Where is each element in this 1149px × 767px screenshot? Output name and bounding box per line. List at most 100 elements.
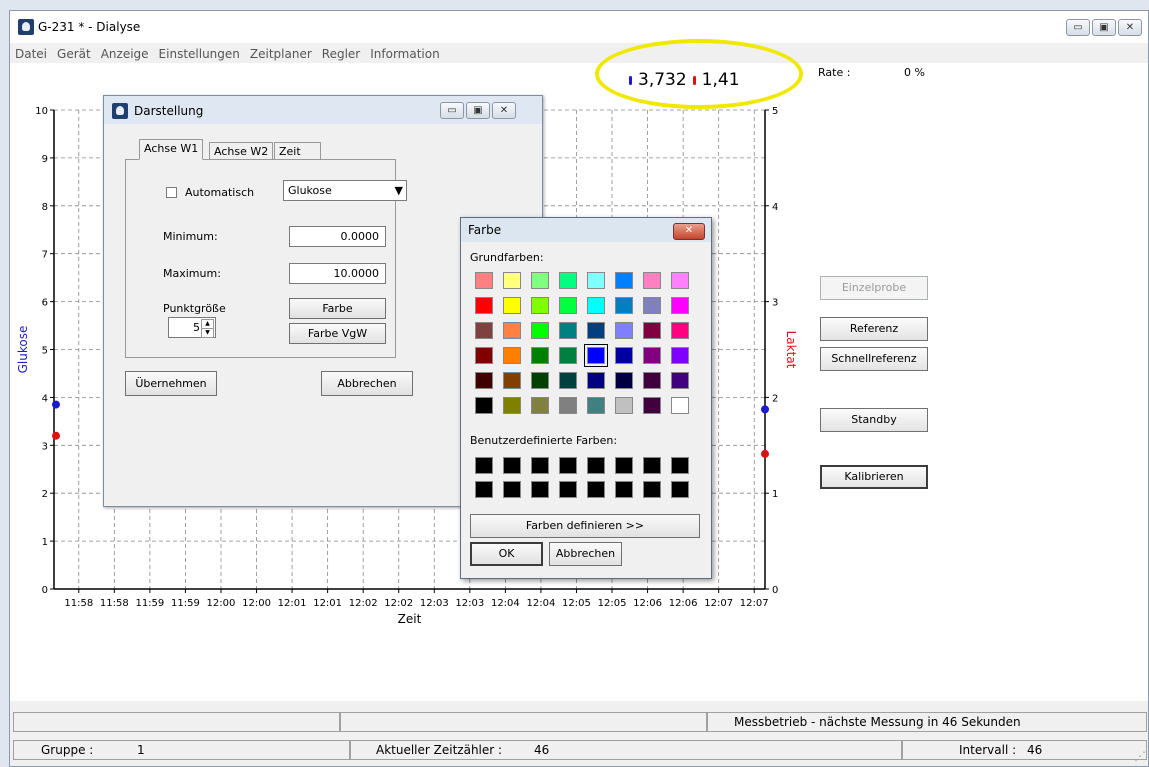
basic-color-swatch[interactable] bbox=[475, 322, 493, 339]
basic-color-swatch[interactable] bbox=[531, 372, 549, 389]
maximize-button[interactable]: ▣ bbox=[1092, 19, 1116, 36]
darstellung-maximize-button[interactable]: ▣ bbox=[466, 102, 490, 119]
minimum-field[interactable]: 0.0000 bbox=[289, 226, 386, 247]
basic-color-swatch[interactable] bbox=[559, 272, 577, 289]
schnellreferenz-button[interactable]: Schnellreferenz bbox=[820, 347, 928, 371]
basic-color-swatch[interactable] bbox=[584, 344, 608, 367]
basic-color-swatch[interactable] bbox=[615, 297, 633, 314]
basic-color-swatch[interactable] bbox=[615, 347, 633, 364]
basic-color-swatch[interactable] bbox=[671, 322, 689, 339]
basic-color-swatch[interactable] bbox=[615, 397, 633, 414]
menu-datei[interactable]: Datei bbox=[10, 45, 52, 63]
basic-color-swatch[interactable] bbox=[643, 272, 661, 289]
custom-color-swatch[interactable] bbox=[559, 481, 577, 498]
darstellung-close-button[interactable]: ✕ bbox=[492, 102, 516, 119]
darstellung-minimize-button[interactable]: ▭ bbox=[440, 102, 464, 119]
basic-color-swatch[interactable] bbox=[559, 297, 577, 314]
farbe-close-button[interactable]: ✕ bbox=[673, 223, 705, 240]
basic-color-swatch[interactable] bbox=[643, 347, 661, 364]
basic-color-swatch[interactable] bbox=[503, 372, 521, 389]
basic-color-swatch[interactable] bbox=[475, 372, 493, 389]
basic-color-swatch[interactable] bbox=[475, 297, 493, 314]
basic-color-swatch[interactable] bbox=[503, 347, 521, 364]
tab-zeit[interactable]: Zeit bbox=[274, 142, 321, 160]
menu-einstellungen[interactable]: Einstellungen bbox=[154, 45, 245, 63]
basic-color-swatch[interactable] bbox=[531, 297, 549, 314]
basic-color-swatch[interactable] bbox=[643, 397, 661, 414]
maximum-field[interactable]: 10.0000 bbox=[289, 263, 386, 284]
custom-color-swatch[interactable] bbox=[615, 481, 633, 498]
farbe-abbrechen-button[interactable]: Abbrechen bbox=[549, 542, 622, 566]
basic-color-swatch[interactable] bbox=[531, 347, 549, 364]
basic-color-swatch[interactable] bbox=[615, 272, 633, 289]
close-button[interactable]: ✕ bbox=[1118, 19, 1142, 36]
stepper-down-icon[interactable]: ▼ bbox=[201, 328, 214, 338]
custom-color-swatch[interactable] bbox=[503, 481, 521, 498]
uebernehmen-button[interactable]: Übernehmen bbox=[125, 371, 217, 396]
basic-color-swatch[interactable] bbox=[503, 297, 521, 314]
basic-color-swatch[interactable] bbox=[503, 397, 521, 414]
custom-color-swatch[interactable] bbox=[643, 457, 661, 474]
farbe-vgw-button[interactable]: Farbe VgW bbox=[289, 323, 386, 344]
kalibrieren-button[interactable]: Kalibrieren bbox=[820, 465, 928, 489]
basic-color-swatch[interactable] bbox=[671, 397, 689, 414]
tab-achse-w2[interactable]: Achse W2 bbox=[209, 142, 274, 160]
abbrechen-button[interactable]: Abbrechen bbox=[321, 371, 413, 396]
farben-definieren-button[interactable]: Farben definieren >> bbox=[470, 514, 700, 538]
menu-geraet[interactable]: Gerät bbox=[52, 45, 96, 63]
basic-color-swatch[interactable] bbox=[531, 322, 549, 339]
custom-color-swatch[interactable] bbox=[587, 457, 605, 474]
punktgroesse-stepper[interactable]: 5 ▲ ▼ bbox=[168, 317, 216, 338]
automatisch-checkbox[interactable] bbox=[166, 187, 177, 198]
custom-color-swatch[interactable] bbox=[643, 481, 661, 498]
custom-color-swatch[interactable] bbox=[615, 457, 633, 474]
custom-color-swatch[interactable] bbox=[671, 457, 689, 474]
basic-color-swatch[interactable] bbox=[643, 297, 661, 314]
basic-color-swatch[interactable] bbox=[587, 397, 605, 414]
axis-value-select[interactable]: Glukose ▼ bbox=[283, 180, 407, 201]
custom-color-swatch[interactable] bbox=[475, 457, 493, 474]
menu-regler[interactable]: Regler bbox=[317, 45, 365, 63]
custom-color-swatch[interactable] bbox=[587, 481, 605, 498]
basic-color-swatch[interactable] bbox=[671, 347, 689, 364]
custom-color-swatch[interactable] bbox=[531, 457, 549, 474]
basic-color-swatch[interactable] bbox=[559, 397, 577, 414]
farbe-button[interactable]: Farbe bbox=[289, 298, 386, 319]
basic-color-swatch[interactable] bbox=[559, 322, 577, 339]
basic-color-swatch[interactable] bbox=[587, 297, 605, 314]
menu-anzeige[interactable]: Anzeige bbox=[96, 45, 154, 63]
basic-color-swatch[interactable] bbox=[531, 397, 549, 414]
basic-color-swatch[interactable] bbox=[615, 322, 633, 339]
custom-color-swatch[interactable] bbox=[531, 481, 549, 498]
resize-grip-icon[interactable]: ⋰ bbox=[1134, 749, 1146, 763]
basic-color-swatch[interactable] bbox=[475, 272, 493, 289]
custom-color-swatch[interactable] bbox=[475, 481, 493, 498]
custom-color-swatch[interactable] bbox=[671, 481, 689, 498]
minimize-button[interactable]: ▭ bbox=[1066, 19, 1090, 36]
menu-zeitplaner[interactable]: Zeitplaner bbox=[245, 45, 317, 63]
tab-achse-w1[interactable]: Achse W1 bbox=[139, 139, 204, 160]
menu-information[interactable]: Information bbox=[365, 45, 444, 63]
custom-color-swatch[interactable] bbox=[559, 457, 577, 474]
basic-color-swatch[interactable] bbox=[671, 297, 689, 314]
basic-color-swatch[interactable] bbox=[503, 322, 521, 339]
basic-color-swatch[interactable] bbox=[587, 372, 605, 389]
basic-color-swatch[interactable] bbox=[559, 347, 577, 364]
farbe-ok-button[interactable]: OK bbox=[470, 542, 543, 566]
basic-color-swatch[interactable] bbox=[587, 322, 605, 339]
basic-color-swatch[interactable] bbox=[475, 397, 493, 414]
standby-button[interactable]: Standby bbox=[820, 408, 928, 432]
basic-color-swatch[interactable] bbox=[643, 372, 661, 389]
basic-color-swatch[interactable] bbox=[615, 372, 633, 389]
basic-color-swatch[interactable] bbox=[671, 272, 689, 289]
basic-color-swatch[interactable] bbox=[643, 322, 661, 339]
referenz-button[interactable]: Referenz bbox=[820, 317, 928, 341]
basic-color-swatch[interactable] bbox=[503, 272, 521, 289]
basic-color-swatch[interactable] bbox=[531, 272, 549, 289]
custom-color-swatch[interactable] bbox=[503, 457, 521, 474]
basic-color-swatch[interactable] bbox=[671, 372, 689, 389]
basic-color-swatch[interactable] bbox=[559, 372, 577, 389]
basic-color-swatch[interactable] bbox=[587, 272, 605, 289]
einzelprobe-button[interactable]: Einzelprobe bbox=[820, 276, 928, 300]
basic-color-swatch[interactable] bbox=[475, 347, 493, 364]
